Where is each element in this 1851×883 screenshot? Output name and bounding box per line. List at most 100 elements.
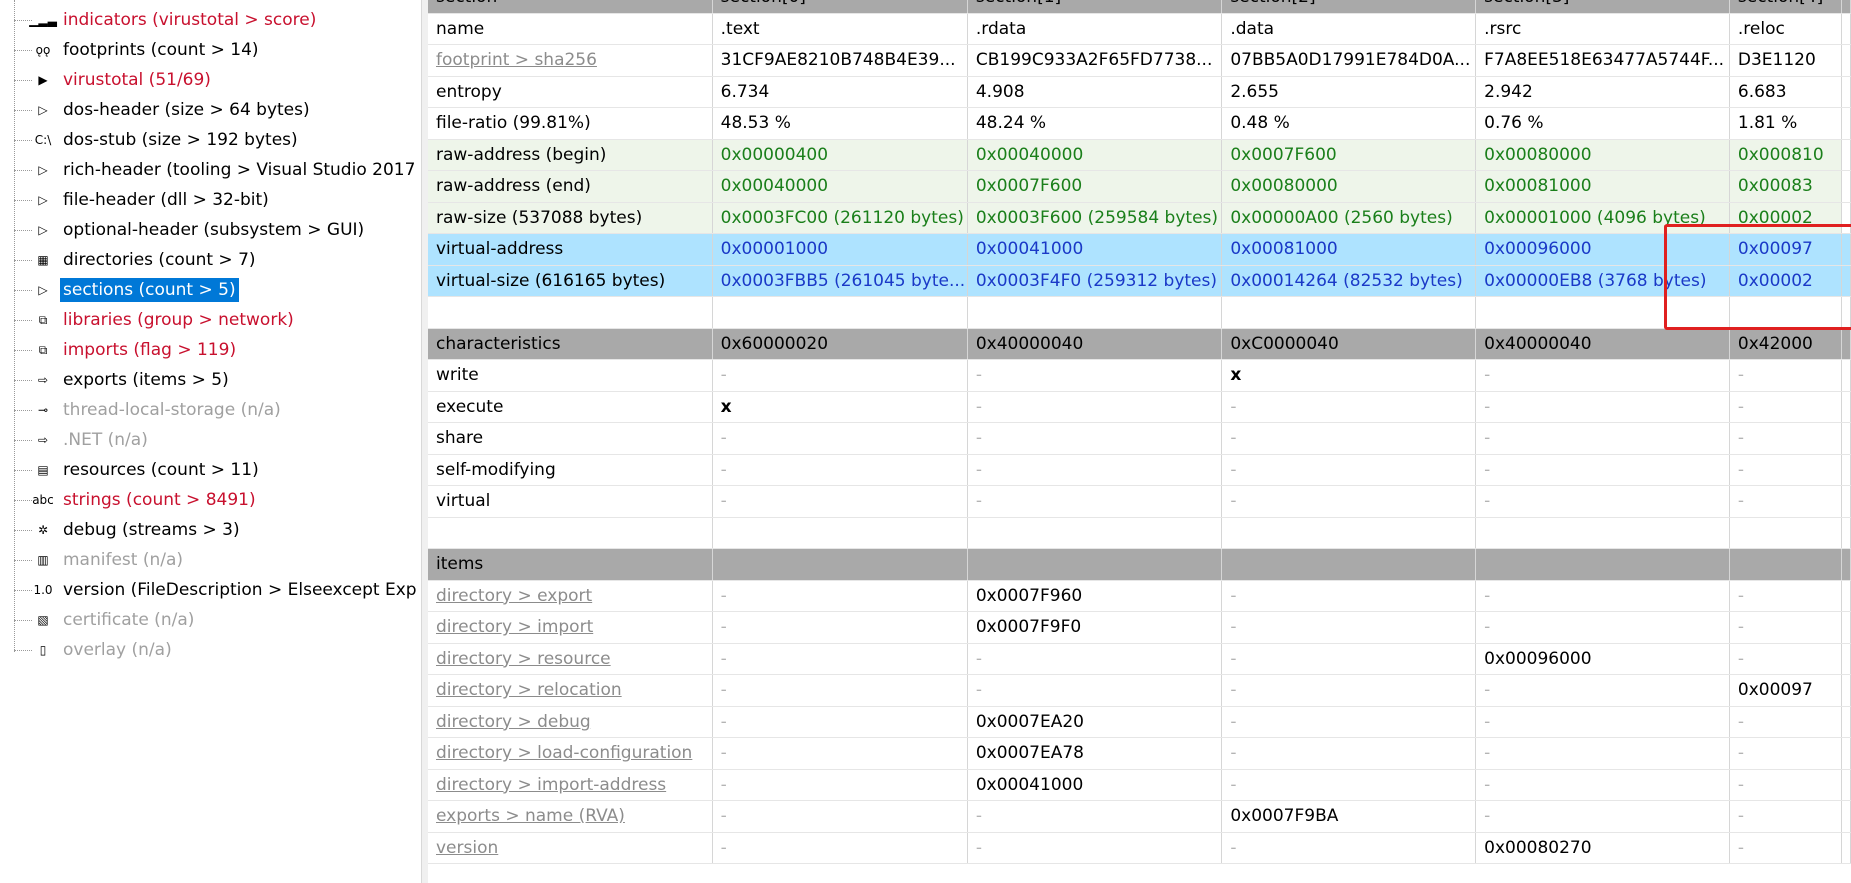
tree-item[interactable]: ⇨ .NET (n/a)	[0, 425, 420, 455]
table-cell[interactable]	[1221, 517, 1477, 549]
table-cell[interactable]: .data	[1221, 13, 1477, 45]
tree-item[interactable]: ⊸ thread-local-storage (n/a)	[0, 395, 420, 425]
table-cell[interactable]	[712, 517, 968, 549]
table-cell[interactable]	[712, 296, 968, 329]
property-link[interactable]: version	[428, 832, 713, 864]
table-cell[interactable]: .rdata	[967, 13, 1223, 45]
tree-item[interactable]: abc strings (count > 8491)	[0, 485, 420, 515]
table-cell[interactable]	[712, 548, 968, 581]
table-cell[interactable]: 6.683	[1729, 76, 1843, 108]
table-row[interactable]: sectionsection[0]section[1]section[2]sec…	[428, 0, 1851, 14]
table-cell[interactable]: -	[1475, 422, 1730, 455]
tree-item[interactable]: ǫǫ footprints (count > 14)	[0, 35, 420, 65]
table-row[interactable]: directory > debug -0x0007EA20- - -	[428, 706, 1851, 738]
table-row[interactable]: name .text .rdata .data .rsrc .reloc	[428, 13, 1851, 45]
tree-item[interactable]: ▷ file-header (dll > 32-bit)	[0, 185, 420, 215]
table-cell[interactable]: 0.76 %	[1475, 107, 1730, 140]
table-cell[interactable]: 6.734	[712, 76, 968, 108]
table-cell[interactable]: -	[1221, 832, 1477, 864]
table-cell[interactable]: -	[712, 485, 968, 518]
table-cell[interactable]	[967, 548, 1223, 581]
tree-item[interactable]: ▁▂▃ indicators (virustotal > score)	[0, 5, 420, 35]
table-cell[interactable]: -	[712, 580, 968, 612]
table-cell[interactable]: 07BB5A0D17991E784D0A...	[1221, 44, 1477, 77]
table-cell[interactable]: -	[1729, 454, 1843, 486]
tree-item[interactable]: ✲ debug (streams > 3)	[0, 515, 420, 545]
pane-splitter[interactable]	[421, 0, 428, 883]
table-cell[interactable]: 0x60000020	[712, 328, 968, 360]
table-cell[interactable]: -	[967, 674, 1223, 707]
table-cell[interactable]: section[0]	[712, 0, 968, 14]
table-cell[interactable]: -	[1729, 359, 1843, 392]
table-row[interactable]: entropy 6.734 4.908 2.655 2.942 6.683	[428, 76, 1851, 108]
table-cell[interactable]: -	[1475, 580, 1730, 612]
table-cell[interactable]: section[4]	[1729, 0, 1843, 14]
table-cell[interactable]: 0x0007F9F0	[967, 611, 1223, 644]
property-link[interactable]: footprint > sha256	[428, 44, 713, 77]
table-cell[interactable]: -	[1221, 422, 1477, 455]
table-cell[interactable]: -	[1475, 674, 1730, 707]
table-cell[interactable]: -	[1475, 391, 1730, 423]
table-cell[interactable]: -	[1475, 769, 1730, 801]
table-cell[interactable]: section[1]	[967, 0, 1223, 14]
table-cell[interactable]	[1475, 548, 1730, 581]
property-link[interactable]: directory > debug	[428, 706, 713, 738]
table-cell[interactable]: 0x00014264 (82532 bytes)	[1221, 265, 1477, 297]
table-cell[interactable]: 0x00000EB8 (3768 bytes)	[1475, 265, 1730, 297]
tree-item[interactable]: ▥ manifest (n/a)	[0, 545, 420, 575]
table-cell[interactable]: 0x00096000	[1475, 643, 1730, 675]
table-cell[interactable]: -	[1729, 422, 1843, 455]
table-row[interactable]: file-ratio (99.81%) 48.53 % 48.24 % 0.48 % 0…	[428, 107, 1851, 140]
table-cell[interactable]: -	[967, 800, 1223, 833]
table-cell[interactable]: section[2]	[1221, 0, 1477, 14]
table-cell[interactable]: -	[967, 454, 1223, 486]
tree-item[interactable]: ▷ sections (count > 5)	[0, 275, 420, 305]
table-cell[interactable]: 4.908	[967, 76, 1223, 108]
table-row[interactable]: directory > resource - - -0x00096000-	[428, 643, 1851, 675]
table-cell[interactable]: .text	[712, 13, 968, 45]
table-cell[interactable]: F7A8EE518E63477A5744F...	[1475, 44, 1730, 77]
table-cell[interactable]: -	[1221, 580, 1477, 612]
table-cell[interactable]: 2.655	[1221, 76, 1477, 108]
table-row[interactable]	[428, 296, 1851, 329]
table-cell[interactable]: 0x00001000 (4096 bytes)	[1475, 202, 1730, 234]
table-cell[interactable]: -	[1475, 359, 1730, 392]
table-cell[interactable]: section[3]	[1475, 0, 1730, 14]
table-row[interactable]: virtual-address 0x00001000 0x00041000 0x000…	[428, 233, 1851, 266]
table-cell[interactable]: -	[712, 611, 968, 644]
table-cell[interactable]: -	[712, 454, 968, 486]
table-cell[interactable]	[967, 296, 1223, 329]
table-cell[interactable]: -	[1475, 611, 1730, 644]
tree-item[interactable]: ▯ overlay (n/a)	[0, 635, 420, 665]
table-row[interactable]: items	[428, 548, 1851, 581]
table-cell[interactable]: 0x0007F600	[967, 170, 1223, 203]
table-cell[interactable]: 48.53 %	[712, 107, 968, 140]
table-cell[interactable]: 0x000810	[1729, 139, 1843, 171]
table-cell[interactable]: 0x42000	[1729, 328, 1843, 360]
table-cell[interactable]: 0x00001000	[712, 233, 968, 266]
table-cell[interactable]: 0x00081000	[1475, 170, 1730, 203]
table-row[interactable]: directory > relocation - - - -0x00097	[428, 674, 1851, 707]
table-cell[interactable]: -	[1221, 391, 1477, 423]
table-cell[interactable]: 1.81 %	[1729, 107, 1843, 140]
table-cell[interactable]: 0x40000040	[1475, 328, 1730, 360]
table-cell[interactable]: 0x0007F9BA	[1221, 800, 1477, 833]
table-cell[interactable]: 0x00000400	[712, 139, 968, 171]
table-cell[interactable]: CB199C933A2F65FD7738...	[967, 44, 1223, 77]
table-cell[interactable]: 2.942	[1475, 76, 1730, 108]
table-cell[interactable]: D3E1120	[1729, 44, 1843, 77]
table-cell[interactable]: -	[967, 485, 1223, 518]
table-cell[interactable]	[1729, 548, 1843, 581]
table-cell[interactable]: -	[1729, 580, 1843, 612]
table-cell[interactable]: 0x0003FBB5 (261045 byte...	[712, 265, 968, 297]
table-cell[interactable]: -	[1221, 737, 1477, 770]
tree-item[interactable]: ▶ virustotal (51/69)	[0, 65, 420, 95]
table-cell[interactable]: -	[1221, 611, 1477, 644]
table-cell[interactable]: -	[967, 643, 1223, 675]
table-cell[interactable]: 0x00041000	[967, 233, 1223, 266]
table-cell[interactable]: -	[1221, 674, 1477, 707]
table-cell[interactable]: -	[1729, 800, 1843, 833]
table-cell[interactable]: -	[1475, 800, 1730, 833]
tree-item[interactable]: ▷ optional-header (subsystem > GUI)	[0, 215, 420, 245]
table-cell[interactable]: 0x00097	[1729, 233, 1843, 266]
